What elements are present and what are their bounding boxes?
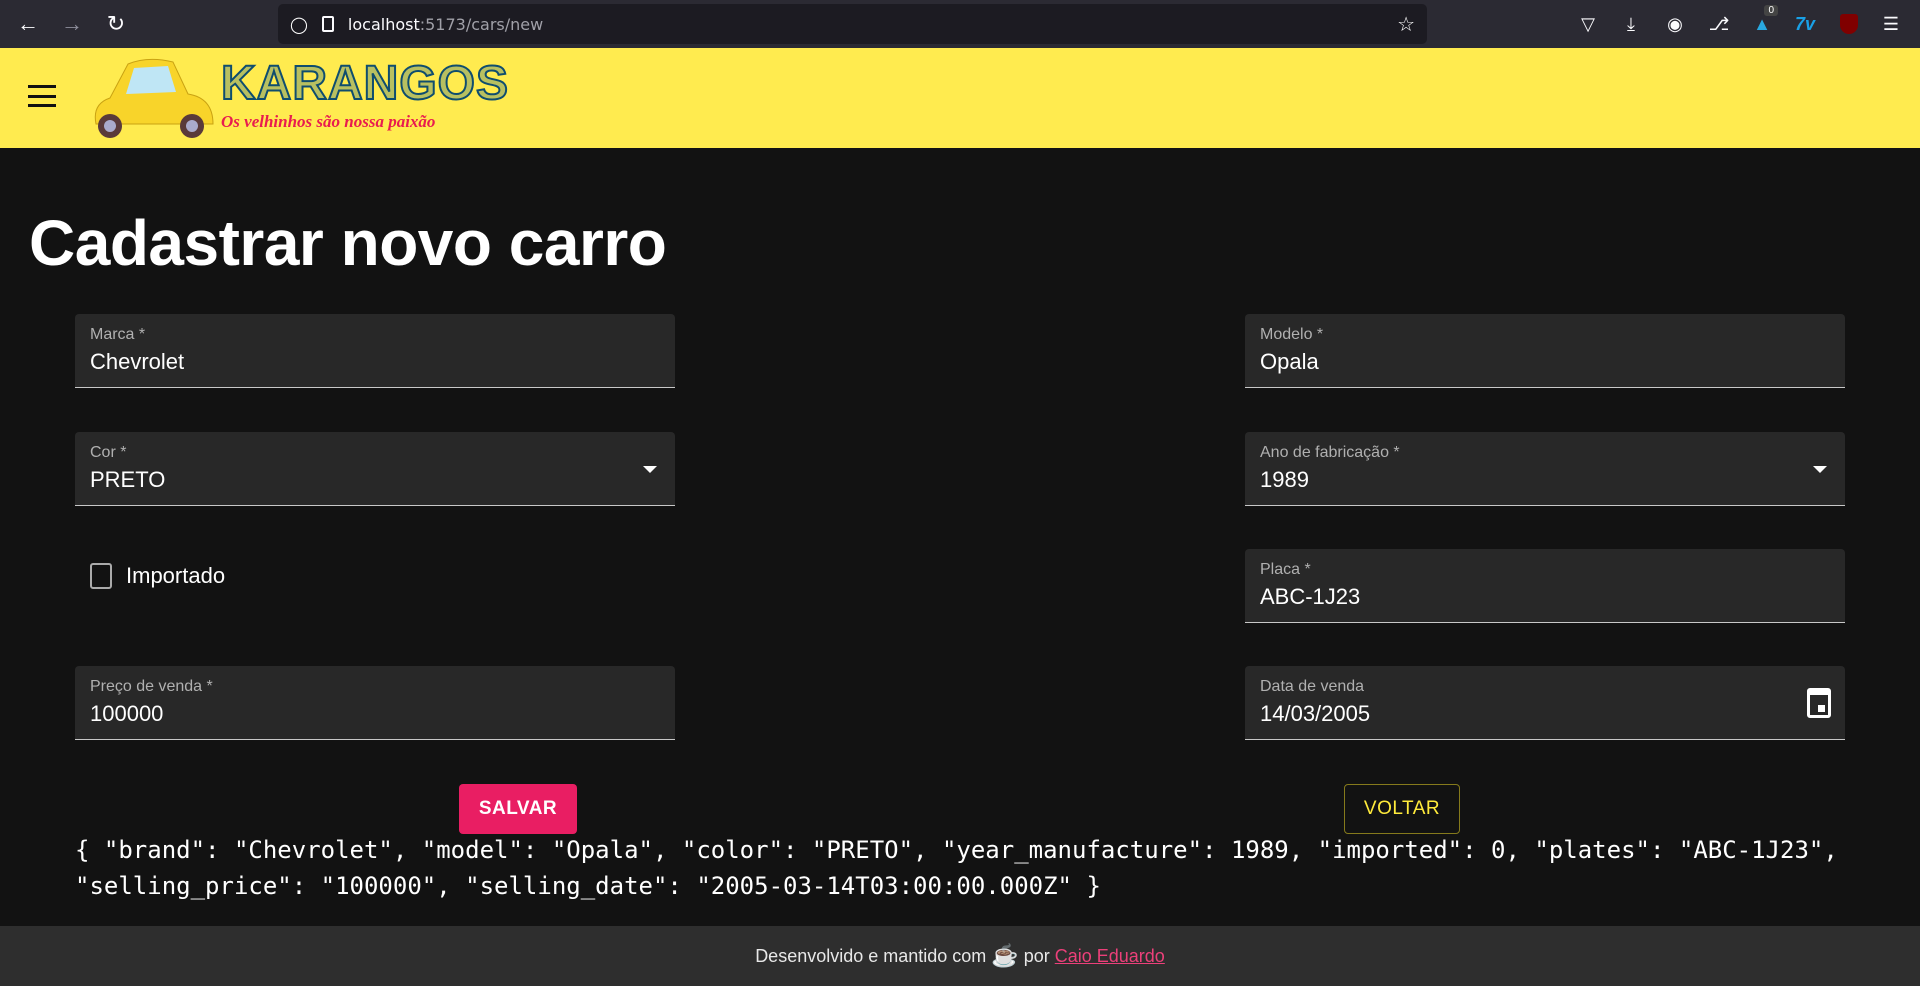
footer-text: Desenvolvido e mantido com <box>755 945 987 966</box>
dropdown-arrow-icon <box>643 466 657 473</box>
year-value: 1989 <box>1260 467 1309 492</box>
color-value: PRETO <box>90 467 166 492</box>
calendar-icon[interactable] <box>1807 688 1831 718</box>
logo-title: KARANGOS <box>220 56 510 111</box>
logo-tagline: Os velhinhos são nossa paixão <box>221 112 436 131</box>
color-label: Cor * <box>90 444 127 461</box>
brand-field[interactable]: Marca * Chevrolet <box>75 314 675 388</box>
plates-input[interactable]: ABC-1J23 <box>1260 584 1360 610</box>
ublock-icon[interactable] <box>1835 10 1863 38</box>
date-input[interactable]: 14/03/2005 <box>1260 701 1370 727</box>
plates-field[interactable]: Placa * ABC-1J23 <box>1245 549 1845 623</box>
extensions-icon[interactable]: ⎇ <box>1705 10 1733 38</box>
model-label: Modelo * <box>1260 326 1324 343</box>
date-label: Data de venda <box>1260 678 1365 695</box>
year-label: Ano de fabricação * <box>1260 444 1400 461</box>
form-data-json: { "brand": "Chevrolet", "model": "Opala"… <box>75 836 1838 900</box>
shield-icon: ◯ <box>290 14 308 34</box>
author-link[interactable]: Caio Eduardo <box>1055 946 1165 967</box>
bookmark-star-icon[interactable]: ☆ <box>1397 12 1415 36</box>
browser-toolbar: ← → ↻ ◯ localhost:5173/cars/new ☆ ▽ ⤓ ◉ … <box>0 0 1920 48</box>
karangos-logo[interactable]: KARANGOS Os velhinhos são nossa paixão <box>88 54 509 142</box>
car-logo-icon <box>94 58 214 138</box>
brand-input[interactable]: Chevrolet <box>90 349 184 375</box>
page-title: Cadastrar novo carro <box>29 207 667 279</box>
year-select[interactable]: Ano de fabricação * 1989 <box>1245 432 1845 506</box>
menu-icon[interactable]: ☰ <box>1877 10 1905 38</box>
url-host: localhost <box>347 14 420 34</box>
dropdown-arrow-icon <box>1813 466 1827 473</box>
imported-checkbox-row[interactable]: Importado <box>90 563 225 589</box>
save-button[interactable]: SALVAR <box>459 784 577 834</box>
price-field[interactable]: Preço de venda * 100000 <box>75 666 675 740</box>
plates-label: Placa * <box>1260 561 1311 578</box>
translate-extension-icon[interactable]: 7v <box>1791 10 1819 38</box>
imported-checkbox[interactable] <box>90 563 112 589</box>
app-header: KARANGOS Os velhinhos são nossa paixão <box>0 48 1920 148</box>
brand-label: Marca * <box>90 326 146 343</box>
hamburger-menu-icon[interactable] <box>28 85 56 107</box>
model-input[interactable]: Opala <box>1260 349 1319 375</box>
color-select[interactable]: Cor * PRETO <box>75 432 675 506</box>
model-field[interactable]: Modelo * Opala <box>1245 314 1845 388</box>
back-icon[interactable]: ← <box>14 10 42 38</box>
imported-label: Importado <box>126 563 226 588</box>
extension-badge: 0 <box>1764 5 1778 16</box>
coffee-icon: ☕ <box>991 943 1019 968</box>
ghostery-icon[interactable]: ▲ 0 <box>1748 5 1778 38</box>
page-icon <box>321 16 334 32</box>
price-label: Preço de venda * <box>90 678 213 695</box>
pocket-icon[interactable]: ▽ <box>1574 10 1602 38</box>
account-icon[interactable]: ◉ <box>1661 10 1689 38</box>
price-input[interactable]: 100000 <box>90 701 163 727</box>
url-bar[interactable]: ◯ localhost:5173/cars/new ☆ <box>278 4 1427 44</box>
forward-icon[interactable]: → <box>58 10 86 38</box>
date-field[interactable]: Data de venda 14/03/2005 <box>1245 666 1845 740</box>
reload-icon[interactable]: ↻ <box>102 10 130 38</box>
footer: Desenvolvido e mantido com ☕ por Caio Ed… <box>0 926 1920 986</box>
footer-text-por: por <box>1023 945 1050 966</box>
download-icon[interactable]: ⤓ <box>1617 10 1645 38</box>
back-button[interactable]: VOLTAR <box>1344 784 1460 834</box>
url-path: :5173/cars/new <box>419 14 544 34</box>
